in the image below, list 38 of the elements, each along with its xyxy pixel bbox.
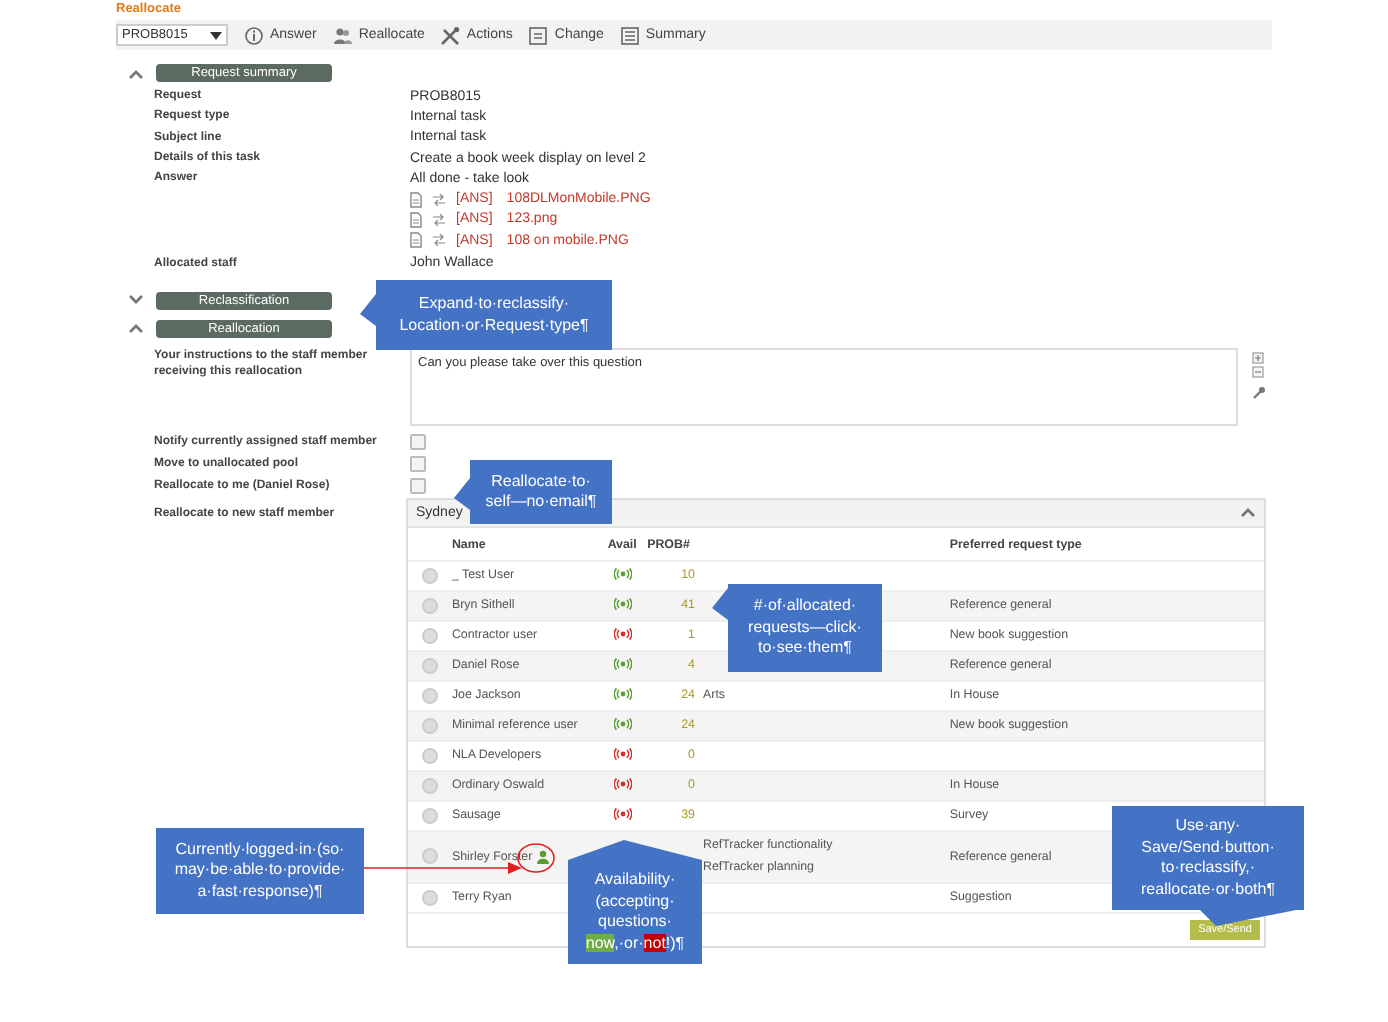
- checkbox[interactable]: [410, 456, 426, 473]
- radio-button[interactable]: [422, 687, 438, 704]
- checkbox[interactable]: [410, 478, 426, 495]
- dropdown-caret-icon: [210, 31, 222, 39]
- collapse-icon[interactable]: [1240, 506, 1256, 519]
- callout-text: Reallocate·to· self—no·email¶: [485, 471, 597, 513]
- callout: Currently·logged·in·(so· may·be·able·to·provide· a·fast·response)¶: [156, 828, 364, 914]
- wrench-icon[interactable]: [1251, 385, 1265, 400]
- callout-text: #·of·allocated· requests—click· to·see·them¶: [748, 596, 862, 660]
- radio-button[interactable]: [422, 627, 438, 644]
- radio-button[interactable]: [422, 597, 438, 614]
- radio-button[interactable]: [422, 717, 438, 734]
- radio-button[interactable]: [422, 747, 438, 764]
- radio-button[interactable]: [422, 889, 438, 906]
- radio-button[interactable]: [422, 777, 438, 794]
- tools-icon: [440, 25, 461, 45]
- swap-icon[interactable]: [432, 193, 446, 206]
- radio-button[interactable]: [422, 567, 438, 584]
- file-icon: [410, 211, 422, 228]
- callout-text: Expand·to·reclassify· Location·or·Request·type¶: [399, 294, 589, 336]
- callout-text: Use·any· Save/Send·button· to·reclassify,· reallocate·or·both¶: [1141, 816, 1275, 900]
- shrink-icon[interactable]: [1252, 365, 1264, 378]
- checkbox[interactable]: [410, 434, 426, 451]
- collapse-icon[interactable]: [128, 67, 144, 79]
- info-icon: [244, 25, 264, 45]
- swap-icon[interactable]: [432, 213, 446, 226]
- collapse-icon[interactable]: [128, 322, 144, 335]
- radio-button[interactable]: [422, 848, 438, 865]
- radio-button[interactable]: [422, 657, 438, 674]
- list-icon: [619, 25, 640, 45]
- file-icon: [410, 232, 422, 249]
- document-icon: [528, 25, 549, 45]
- expand-icon[interactable]: [128, 294, 144, 307]
- swap-icon[interactable]: [432, 234, 446, 247]
- radio-button[interactable]: [422, 807, 438, 824]
- people-icon: [332, 25, 353, 45]
- file-icon: [410, 191, 422, 208]
- expand-icon[interactable]: [1252, 351, 1264, 364]
